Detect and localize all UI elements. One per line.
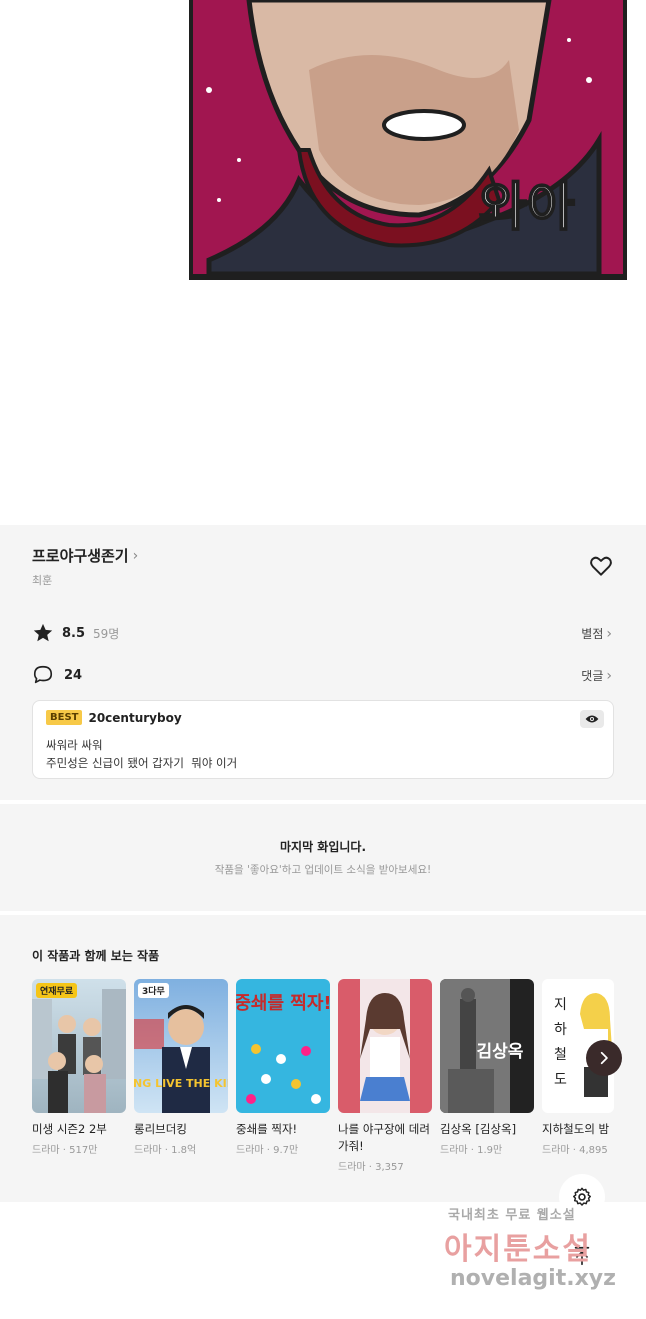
best-comment-user: 20centuryboy bbox=[88, 710, 182, 725]
recommendation-meta: 드라마 · 9.7만 bbox=[236, 1145, 299, 1156]
carousel-next-button[interactable] bbox=[586, 1040, 622, 1076]
recommendation-title: 중쇄를 찍자! bbox=[236, 1122, 298, 1136]
series-title: 프로야구생존기 bbox=[32, 547, 129, 565]
thumbnail-title-art: LONG LIVE THE KING bbox=[134, 1077, 228, 1090]
last-chapter-notice: 마지막 화입니다. 작품을 '좋아요'하고 업데이트 소식을 받아보세요! bbox=[0, 804, 646, 911]
recommendation-title: 롱리브더킹 bbox=[134, 1122, 187, 1136]
svg-text:하: 하 bbox=[554, 1022, 567, 1038]
series-author[interactable]: 최훈 bbox=[32, 572, 52, 588]
thumbnail-image: 김상옥 bbox=[440, 979, 534, 1113]
site-watermark: 국내최초 무료 웹소설 아지툰소설 novelagit.xyz bbox=[440, 1204, 628, 1300]
last-chapter-title: 마지막 화입니다. bbox=[279, 840, 367, 854]
comment-link[interactable]: 댓글 › bbox=[581, 667, 612, 684]
recommendation-card[interactable]: 김상옥 김상옥 [김상옥] 드라마 · 1.9만 bbox=[440, 979, 534, 1173]
recommendations-heading: 이 작품과 함께 보는 작품 bbox=[32, 949, 160, 963]
recommendation-meta: 드라마 · 1.8억 bbox=[134, 1145, 197, 1156]
best-comment-header: BEST 20centuryboy bbox=[46, 710, 182, 725]
recommendation-card[interactable]: 나를 야구장에 데려가줘! 드라마 · 3,357 bbox=[338, 979, 432, 1173]
watermark-tagline: 국내최초 무료 웹소설 bbox=[448, 1208, 576, 1223]
rating-value: 8.5 bbox=[62, 625, 86, 641]
comic-sfx-text: 와아 bbox=[479, 178, 575, 238]
recommendation-card[interactable]: 연재무료 미생 시즌2 2부 드라마 · 517만 bbox=[32, 979, 126, 1173]
recommendation-title: 지하철도의 밤 bbox=[542, 1122, 610, 1136]
thumbnail-title-art: 김상옥 bbox=[477, 1042, 524, 1062]
best-comment-text: 싸워라 싸워 주민성은 신급이 됐어 갑자기 뭐야 이거 bbox=[46, 736, 237, 772]
rating-count: 59명 bbox=[93, 626, 120, 641]
rating-link[interactable]: 별점 › bbox=[581, 625, 612, 642]
chevron-right-icon: › bbox=[132, 547, 139, 564]
watermark-url: novelagit.xyz bbox=[450, 1266, 616, 1291]
recommendation-title: 미생 시즌2 2부 bbox=[32, 1122, 107, 1136]
thumbnail-title-art: 중쇄를 찍자! bbox=[236, 993, 330, 1014]
svg-text:지: 지 bbox=[554, 997, 567, 1013]
comment-count: 24 bbox=[64, 667, 83, 683]
best-comment-card[interactable]: BEST 20centuryboy 싸워라 싸워 주민성은 신급이 됐어 갑자기… bbox=[32, 700, 614, 779]
thumbnail-image bbox=[338, 979, 432, 1113]
svg-text:도: 도 bbox=[554, 1072, 567, 1088]
last-chapter-subtitle: 작품을 '좋아요'하고 업데이트 소식을 받아보세요! bbox=[214, 864, 432, 876]
watermark-logo-text: 아지툰소설 bbox=[444, 1232, 592, 1267]
webtoon-viewer-page: 와아 프로야구생존기 › 최훈 8.5 59명 별점 › 24 댓글 › BES… bbox=[0, 0, 646, 1319]
heart-icon[interactable] bbox=[588, 553, 614, 579]
thumbnail-image: 중쇄를 찍자! bbox=[236, 979, 330, 1113]
recommendation-meta: 드라마 · 3,357 bbox=[338, 1162, 404, 1173]
speech-bubble-icon bbox=[33, 665, 53, 684]
best-badge: BEST bbox=[46, 710, 83, 725]
rating-link-label: 별점 bbox=[581, 627, 604, 641]
comment-link-label: 댓글 bbox=[581, 669, 604, 683]
recommendations-section: 이 작품과 함께 보는 작품 연재무료 미생 시즌2 2부 드라마 · 517만 bbox=[0, 915, 646, 1202]
comic-panel: 와아 bbox=[0, 0, 646, 525]
recommendations-list: 연재무료 미생 시즌2 2부 드라마 · 517만 LONG LIVE THE … bbox=[32, 979, 614, 1173]
thumbnail-image: 연재무료 bbox=[32, 979, 126, 1113]
series-info-section: 프로야구생존기 › 최훈 8.5 59명 별점 › 24 댓글 › BEST 2… bbox=[0, 525, 646, 800]
wait-free-badge: 3다무 bbox=[138, 983, 169, 998]
recommendation-card[interactable]: LONG LIVE THE KING 3다무 롱리브더킹 드라마 · 1.8억 bbox=[134, 979, 228, 1173]
chevron-right-icon bbox=[600, 1051, 608, 1065]
comment-row: 24 bbox=[32, 664, 82, 686]
chevron-right-icon: › bbox=[606, 667, 612, 684]
recommendation-meta: 드라마 · 517만 bbox=[32, 1145, 98, 1156]
series-title-link[interactable]: 프로야구생존기 › bbox=[32, 545, 138, 566]
recommendation-title: 김상옥 [김상옥] bbox=[440, 1122, 517, 1136]
rating-row: 8.5 59명 bbox=[32, 622, 119, 644]
chevron-right-icon: › bbox=[606, 625, 612, 642]
best-comment-line: 싸워라 싸워 bbox=[46, 738, 103, 752]
recommendation-title: 나를 야구장에 데려가줘! bbox=[338, 1122, 430, 1153]
best-comment-line: 주민성은 신급이 됐어 갑자기 뭐야 이거 bbox=[46, 756, 238, 770]
recommendation-meta: 드라마 · 1.9만 bbox=[440, 1145, 503, 1156]
comic-image: 와아 bbox=[189, 0, 627, 280]
thumbnail-image: LONG LIVE THE KING 3다무 bbox=[134, 979, 228, 1113]
svg-text:철: 철 bbox=[554, 1047, 567, 1063]
free-series-badge: 연재무료 bbox=[36, 983, 78, 998]
recommendation-meta: 드라마 · 4,895 bbox=[542, 1145, 608, 1156]
eye-icon[interactable] bbox=[580, 710, 604, 728]
recommendation-card[interactable]: 중쇄를 찍자! 중쇄를 찍자! 드라마 · 9.7만 bbox=[236, 979, 330, 1173]
star-icon bbox=[33, 623, 53, 642]
recommendation-card[interactable]: 지 하 철 도 지하철도의 밤 드라마 · 4,895 bbox=[542, 979, 614, 1173]
